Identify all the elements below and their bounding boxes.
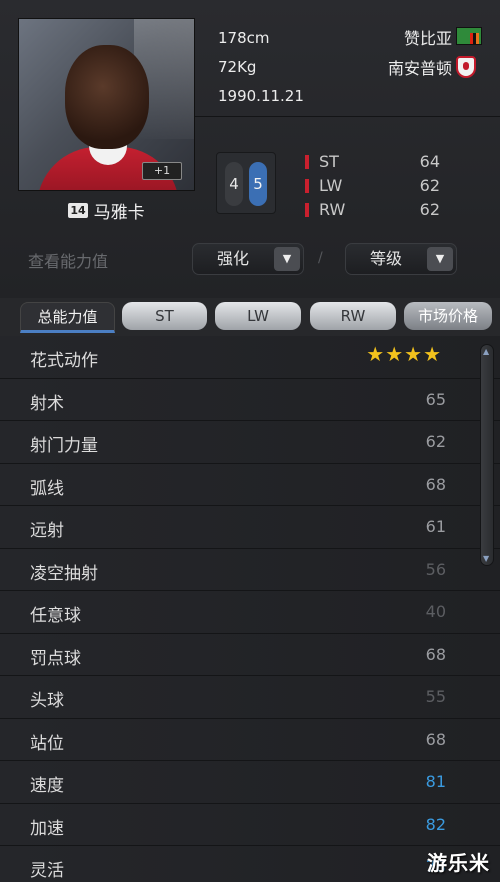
level-dropdown[interactable]: 等级 ▼: [345, 243, 457, 275]
tab-rw[interactable]: RW: [310, 302, 396, 330]
list-item: 弧线 68: [0, 463, 500, 506]
stat-value: 82: [425, 814, 446, 834]
stat-value: 61: [425, 517, 446, 536]
player-physical-info: 178cm 72Kg 1990.11.21: [218, 24, 304, 111]
stat-label: 射术: [30, 393, 64, 414]
stat-value: 68: [425, 644, 446, 664]
stat-label: 灵活: [30, 861, 64, 881]
list-item: 罚点球 68: [0, 633, 500, 676]
right-foot-icon: 5: [249, 162, 267, 206]
list-item: 射术 65: [0, 378, 500, 421]
enhance-dropdown-value: 强化: [217, 249, 250, 268]
list-item: 凌空抽射 56: [0, 548, 500, 591]
position-name: LW: [319, 176, 343, 195]
stat-value: 68: [425, 474, 446, 494]
chevron-down-icon[interactable]: ▼: [427, 247, 453, 271]
site-watermark: 游乐米: [427, 851, 490, 875]
position-row: LW 62: [305, 174, 440, 198]
position-row: ST 64: [305, 150, 440, 174]
stat-value: 68: [425, 729, 446, 749]
enhance-level-badge: +1: [142, 162, 182, 180]
stat-value: 40: [425, 602, 446, 621]
stats-list[interactable]: 花式动作 ★★★★ 射术 65 射门力量 62 弧线 68 远射 61 凌空抽射…: [0, 336, 500, 882]
list-item: 加速 82: [0, 803, 500, 846]
position-marker-icon: [305, 203, 309, 217]
stat-label: 罚点球: [30, 648, 81, 669]
stat-label: 射门力量: [30, 436, 98, 456]
stat-label: 凌空抽射: [30, 563, 98, 584]
stat-label: 花式动作: [30, 351, 98, 371]
list-item: 站位 68: [0, 718, 500, 761]
player-weight: 72Kg: [218, 58, 257, 76]
player-photo: +1: [18, 18, 195, 191]
tab-st[interactable]: ST: [122, 302, 207, 330]
enhance-dropdown[interactable]: 强化 ▼: [192, 243, 304, 275]
chevron-down-icon[interactable]: ▼: [274, 247, 300, 271]
list-item: 花式动作 ★★★★: [0, 336, 500, 379]
position-ratings: ST 64 LW 62 RW 62: [305, 150, 440, 222]
stat-tabs: 总能力值 ST LW RW 市场价格: [0, 298, 500, 338]
stats-scrollbar[interactable]: ▲ ▼: [480, 344, 494, 566]
list-item: 射门力量 62: [0, 421, 500, 464]
player-birthday: 1990.11.21: [218, 87, 304, 105]
stat-label: 远射: [30, 521, 64, 541]
position-name: ST: [319, 152, 339, 171]
stat-value: 81: [425, 772, 446, 791]
stat-label: 速度: [30, 776, 64, 796]
stat-value: 62: [425, 432, 446, 451]
position-value: 62: [419, 176, 440, 195]
player-club: 南安普顿: [387, 59, 452, 78]
tab-overall[interactable]: 总能力值: [20, 302, 115, 333]
position-marker-icon: [305, 155, 309, 169]
player-name-row: 14 马雅卡: [18, 198, 195, 223]
stat-value: 56: [425, 559, 446, 579]
list-item: 任意球 40: [0, 591, 500, 634]
player-name: 马雅卡: [93, 202, 145, 223]
stat-label: 站位: [30, 733, 64, 754]
player-height: 178cm: [218, 29, 270, 47]
position-value: 64: [419, 152, 440, 171]
jersey-number: 14: [68, 202, 88, 218]
player-affiliation: 赞比亚 南安普顿: [388, 24, 452, 84]
stat-value: 55: [425, 687, 446, 706]
separator: /: [318, 250, 323, 266]
stat-view-controls: 查看能力值 强化 ▼ / 等级 ▼: [0, 240, 500, 280]
level-dropdown-value: 等级: [370, 249, 403, 268]
stat-label: 加速: [30, 818, 64, 839]
stat-label: 头球: [30, 691, 64, 711]
position-row: RW 62: [305, 198, 440, 222]
position-marker-icon: [305, 179, 309, 193]
scroll-up-icon[interactable]: ▲: [483, 347, 489, 356]
zambia-flag-icon: [456, 27, 482, 45]
left-foot-icon: 4: [225, 162, 243, 206]
stat-label: 弧线: [30, 478, 64, 499]
position-value: 62: [419, 200, 440, 219]
list-item: 速度 81: [0, 761, 500, 804]
list-item: 头球 55: [0, 676, 500, 719]
player-header: +1 14 马雅卡 178cm 72Kg 1990.11.21 赞比亚 南安普顿…: [0, 0, 500, 300]
view-stats-label: 查看能力值: [28, 252, 109, 271]
list-item: 远射 61: [0, 506, 500, 549]
list-item: 灵活 78: [0, 846, 500, 882]
tab-market-price[interactable]: 市场价格: [404, 302, 492, 330]
club-crest-icon: [456, 56, 476, 78]
tab-lw[interactable]: LW: [215, 302, 301, 330]
stat-label: 任意球: [30, 606, 81, 626]
position-name: RW: [319, 200, 346, 219]
stat-value: 65: [425, 389, 446, 409]
scroll-down-icon[interactable]: ▼: [483, 554, 489, 563]
skill-stars-icon: ★★★★: [366, 342, 442, 366]
player-nation: 赞比亚: [403, 29, 452, 48]
foot-rating: 4 5: [216, 152, 276, 214]
header-divider: [195, 116, 500, 117]
